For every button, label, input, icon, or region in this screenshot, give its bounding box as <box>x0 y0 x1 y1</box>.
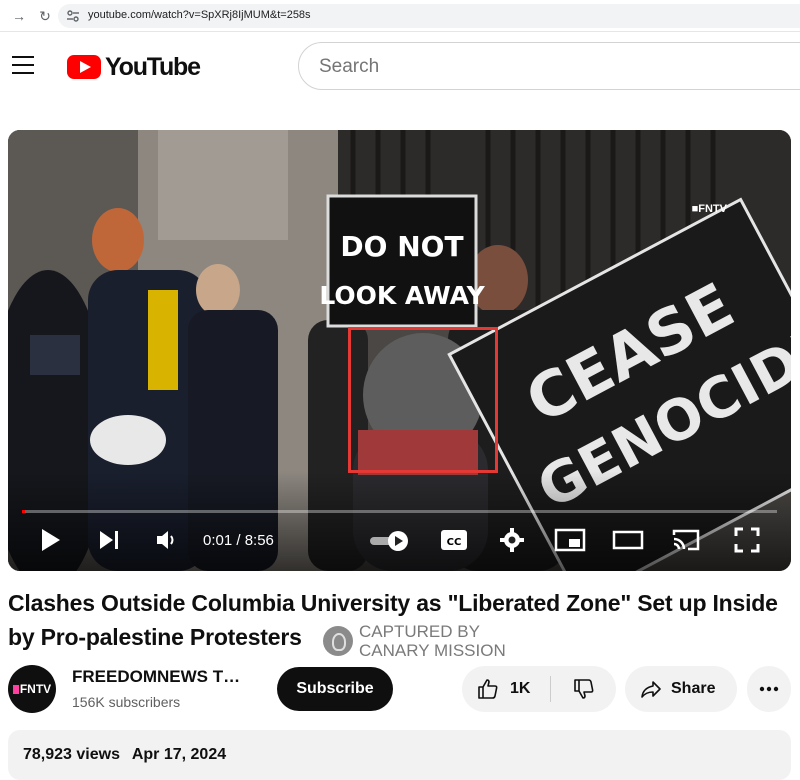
canary-logo-icon <box>323 626 353 656</box>
search-box[interactable] <box>298 42 800 90</box>
address-bar[interactable]: youtube.com/watch?v=SpXRj8IjMUM&t=258s <box>58 4 800 28</box>
fullscreen-icon[interactable] <box>732 525 762 555</box>
like-count: 1K <box>510 680 531 697</box>
description-box[interactable]: 78,923 views Apr 17, 2024 <box>8 730 791 780</box>
highlight-box <box>348 327 498 473</box>
thumbs-up-icon <box>478 679 498 699</box>
subscribe-button[interactable]: Subscribe <box>277 667 393 711</box>
canary-mission-badge: CAPTURED BY CANARY MISSION <box>323 621 506 661</box>
share-button[interactable]: Share <box>625 666 737 712</box>
view-count: 78,923 views <box>23 746 120 763</box>
thumbs-down-icon <box>573 679 593 699</box>
cast-icon[interactable] <box>670 525 702 555</box>
like-button[interactable]: 1K <box>462 666 550 712</box>
forward-arrow-icon[interactable]: → <box>10 7 28 25</box>
youtube-play-logo-icon <box>67 55 101 79</box>
video-watermark: ■FNTV <box>691 203 727 215</box>
badge-line1: CAPTURED BY <box>359 622 480 641</box>
captions-icon[interactable]: CC <box>440 525 468 555</box>
url-text[interactable]: youtube.com/watch?v=SpXRj8IjMUM&t=258s <box>88 9 311 21</box>
share-icon <box>641 681 661 698</box>
youtube-logo[interactable]: YouTube <box>67 52 201 81</box>
progress-fill <box>22 510 26 513</box>
theater-mode-icon[interactable] <box>612 525 644 555</box>
logo-text: YouTube <box>105 52 201 81</box>
channel-avatar[interactable]: FNTV <box>8 665 56 713</box>
search-input[interactable] <box>319 55 779 79</box>
svg-text:CC: CC <box>447 537 462 548</box>
more-horizontal-icon <box>759 686 779 692</box>
next-icon[interactable] <box>96 525 122 555</box>
time-display: 0:01 / 8:56 <box>203 532 274 549</box>
channel-name[interactable]: FREEDOMNEWS T… <box>72 667 240 687</box>
browser-toolbar: → ↻ youtube.com/watch?v=SpXRj8IjMUM&t=25… <box>0 0 800 32</box>
reload-icon[interactable]: ↻ <box>36 7 54 25</box>
dislike-button[interactable] <box>551 666 616 712</box>
autoplay-toggle[interactable] <box>370 531 410 551</box>
play-icon[interactable] <box>38 525 64 555</box>
video-player[interactable]: DO NOT LOOK AWAY CEASE GENOCIDE ■FNTV 0:… <box>8 130 791 571</box>
youtube-header: YouTube <box>0 32 800 102</box>
upload-date: Apr 17, 2024 <box>131 746 227 763</box>
subscriber-count: 156K subscribers <box>72 694 181 710</box>
volume-icon[interactable] <box>154 525 180 555</box>
progress-bar[interactable] <box>22 510 777 513</box>
badge-line2: CANARY MISSION <box>359 641 506 660</box>
site-settings-icon[interactable] <box>66 9 80 23</box>
controls-gradient <box>8 471 791 571</box>
sign-left-line1: DO NOT <box>340 230 463 263</box>
more-actions-button[interactable] <box>747 666 791 712</box>
miniplayer-icon[interactable] <box>554 525 586 555</box>
sign-left-line2: LOOK AWAY <box>319 281 485 310</box>
share-label: Share <box>671 680 716 697</box>
settings-gear-icon[interactable] <box>498 525 526 555</box>
like-dislike-group: 1K <box>462 666 616 712</box>
menu-icon[interactable] <box>12 56 36 76</box>
